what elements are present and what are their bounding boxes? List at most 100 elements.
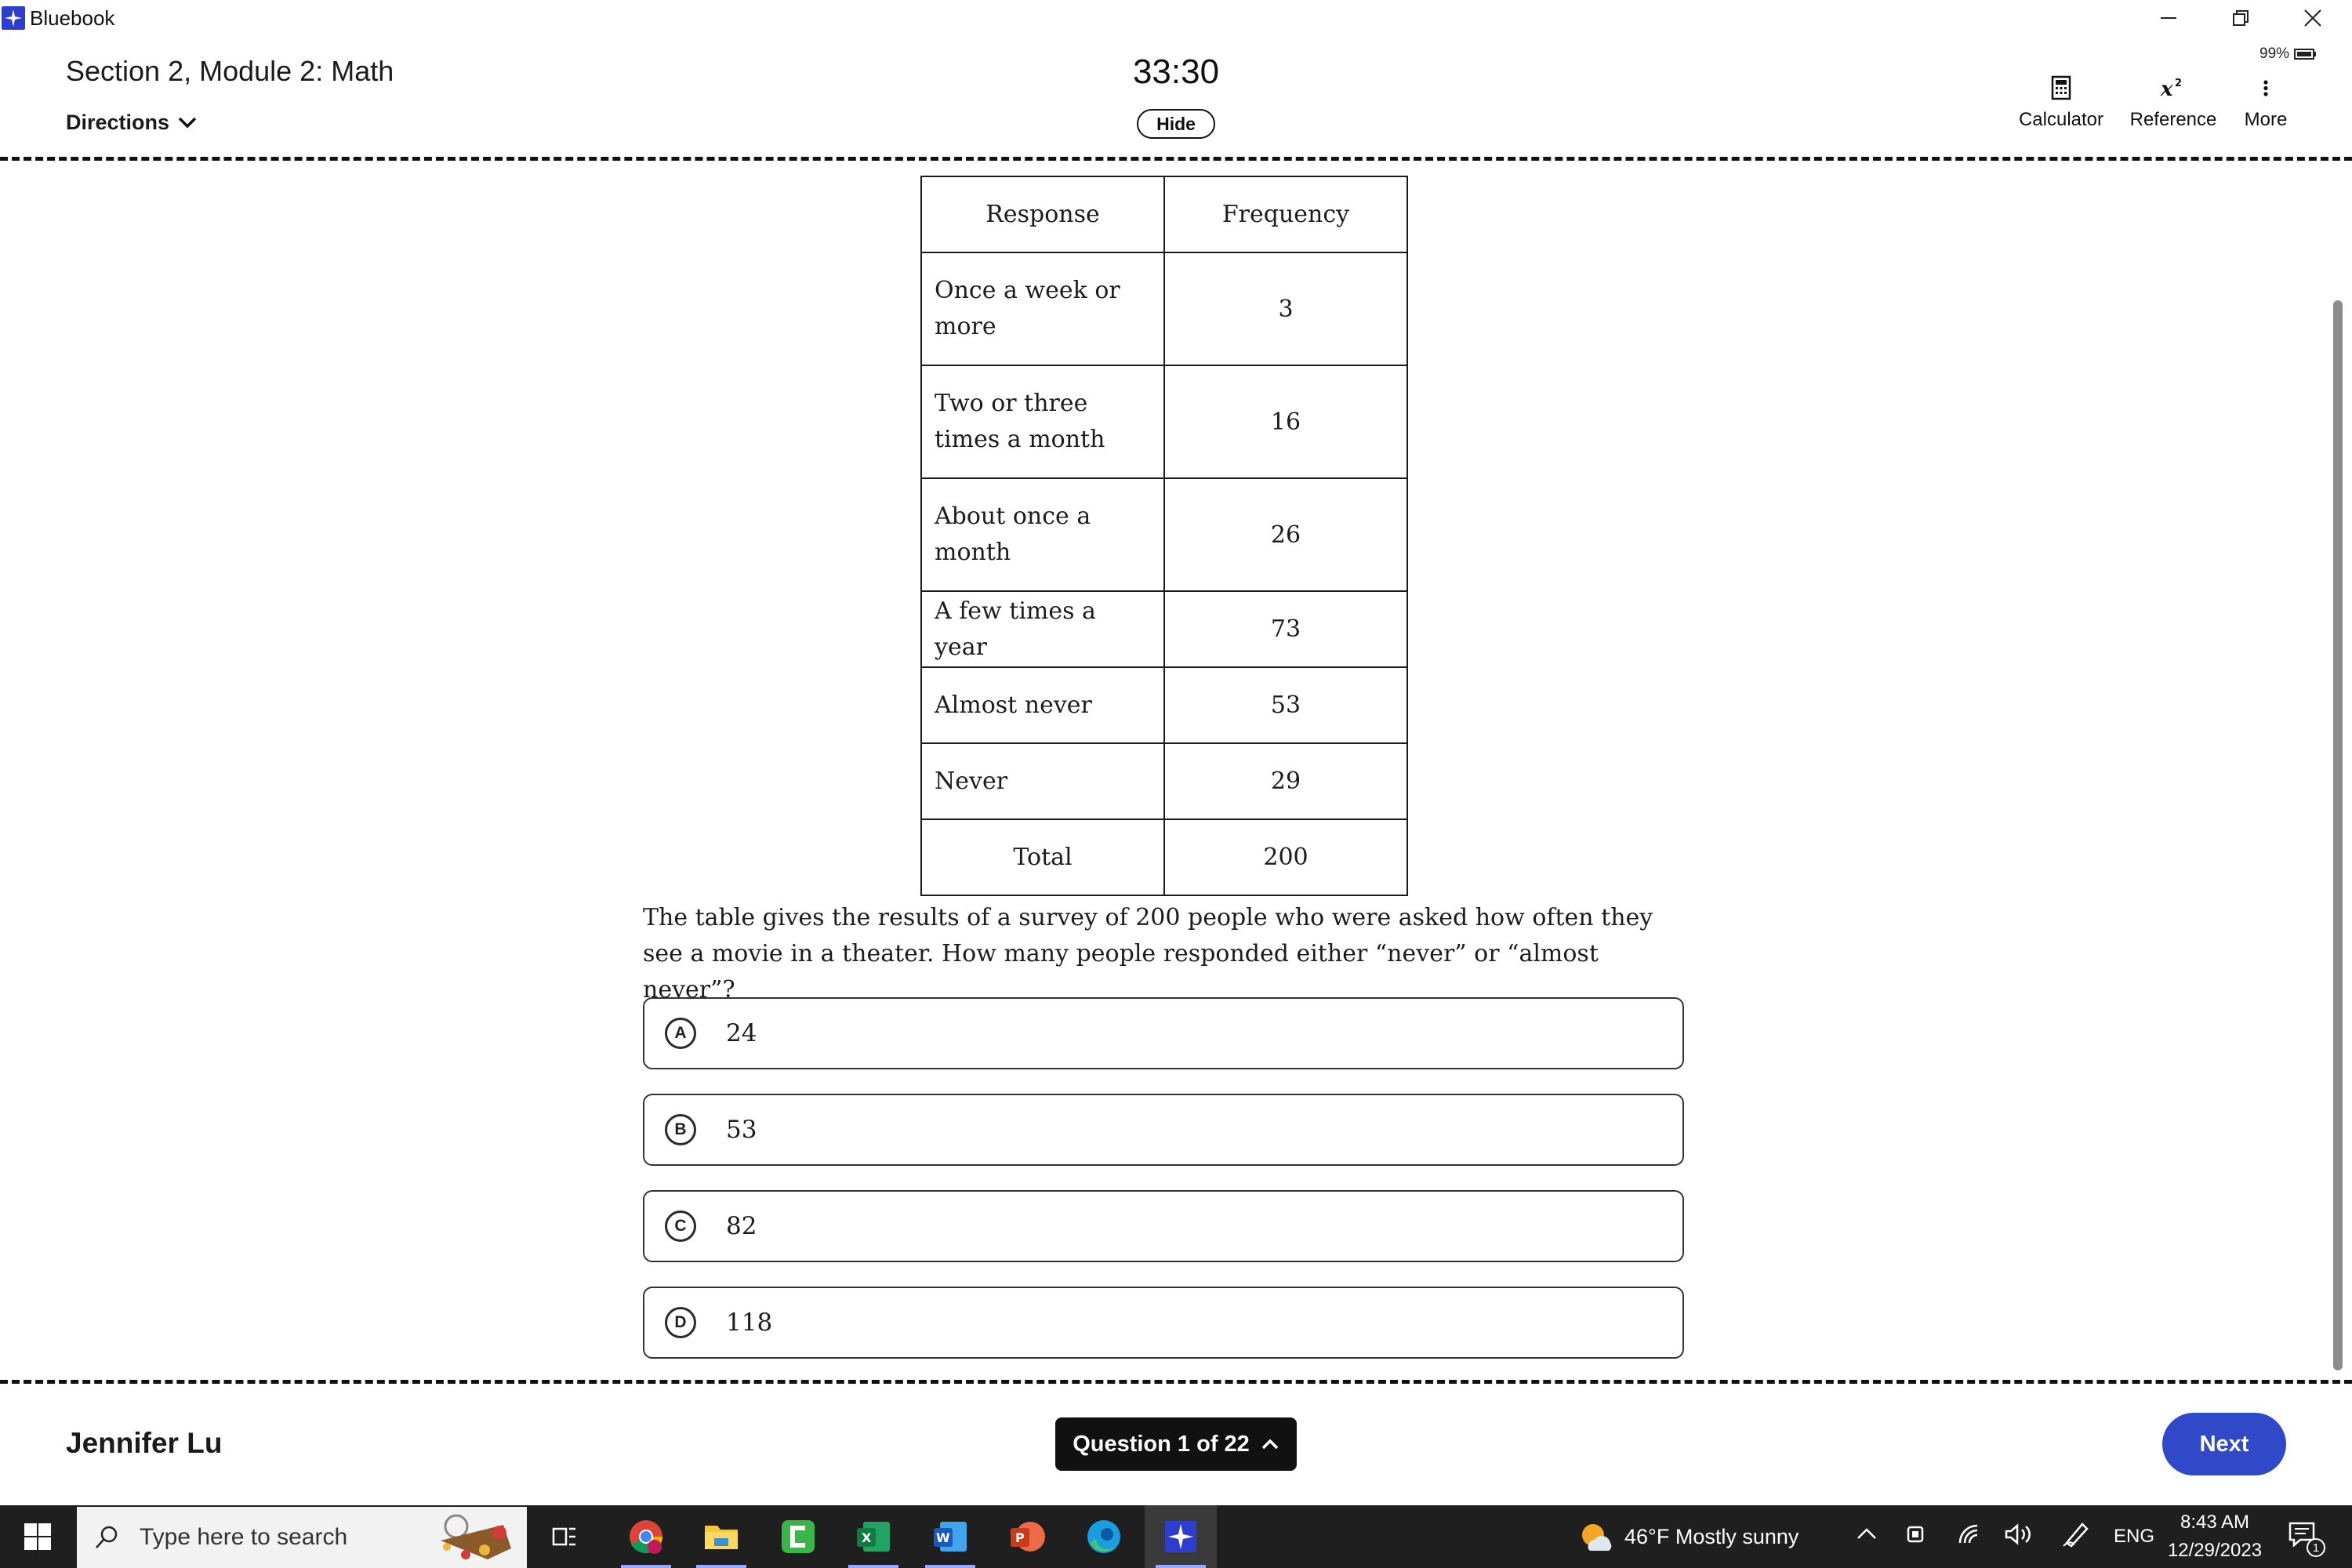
start-button[interactable] <box>0 1505 75 1568</box>
answer-choice-c[interactable]: C 82 <box>643 1190 1684 1262</box>
response-cell: Once a week or more <box>920 252 1165 366</box>
section-title: Section 2, Module 2: Math <box>66 55 394 87</box>
input-language[interactable]: ENG <box>2114 1523 2154 1553</box>
title-bar <box>0 0 2352 36</box>
answer-choice-d[interactable]: D 118 <box>643 1287 1684 1359</box>
more-button[interactable]: More <box>2234 75 2297 132</box>
directions-toggle[interactable]: Directions <box>66 108 198 136</box>
choice-letter-d: D <box>665 1307 696 1338</box>
taskbar-chrome[interactable] <box>610 1505 682 1568</box>
chevron-down-icon <box>178 117 197 129</box>
excel-icon: X <box>857 1522 890 1552</box>
header-divider <box>0 157 2352 161</box>
network-icon[interactable] <box>1957 1523 1982 1550</box>
svg-text:2: 2 <box>2175 78 2182 89</box>
table-row: Two or three times a month 16 <box>920 365 1408 479</box>
search-placeholder: Type here to search <box>140 1524 348 1550</box>
choice-text-c: 82 <box>726 1212 757 1240</box>
taskbar-search-box[interactable]: Type here to search <box>77 1507 527 1568</box>
choice-text-b: 53 <box>726 1116 757 1144</box>
meet-now-icon[interactable] <box>1905 1523 1929 1550</box>
scrollbar-thumb[interactable] <box>2333 300 2343 1370</box>
clock[interactable]: 8:43 AM 12/29/2023 <box>2164 1508 2266 1565</box>
taskbar-word[interactable]: W <box>914 1505 986 1568</box>
notification-count-badge: 1 <box>2307 1538 2325 1557</box>
total-label-cell: Total <box>920 818 1165 896</box>
question-nav-label: Question 1 of 22 <box>1073 1431 1250 1457</box>
active-app-indicator <box>696 1565 746 1568</box>
taskbar-powerpoint[interactable]: P <box>991 1505 1063 1568</box>
answer-choice-a[interactable]: A 24 <box>643 997 1684 1069</box>
table-row: Once a week or more 3 <box>920 252 1408 366</box>
show-hidden-icons-button[interactable] <box>1855 1523 1878 1550</box>
close-button[interactable] <box>2277 0 2349 36</box>
edge-icon <box>1087 1520 1120 1553</box>
svg-text:x: x <box>2160 78 2173 100</box>
powerpoint-icon: P <box>1011 1522 1045 1552</box>
app-name: Bluebook <box>30 6 115 30</box>
table-header-frequency: Frequency <box>1163 176 1408 253</box>
frequency-cell: 53 <box>1163 666 1408 744</box>
taskbar-file-explorer[interactable] <box>685 1505 757 1568</box>
table-row: Almost never 53 <box>920 666 1408 744</box>
weather-text: 46°F Mostly sunny <box>1624 1524 1799 1548</box>
calculator-icon <box>2051 75 2071 100</box>
svg-text:X: X <box>862 1530 872 1545</box>
folder-icon <box>705 1526 738 1549</box>
bluebook-logo-icon <box>2 6 25 30</box>
minimize-icon <box>2161 17 2176 19</box>
response-cell: A few times a year <box>920 590 1165 668</box>
more-vertical-icon <box>2263 80 2268 96</box>
response-cell: Two or three times a month <box>920 365 1165 479</box>
camtasia-icon <box>782 1520 815 1553</box>
choice-text-a: 24 <box>726 1019 757 1047</box>
student-name: Jennifer Lu <box>66 1427 223 1459</box>
formula-reference-icon: x 2 <box>2160 78 2182 100</box>
pen-menu-icon[interactable] <box>2062 1521 2090 1552</box>
frequency-cell: 29 <box>1163 742 1408 820</box>
taskbar-bluebook[interactable] <box>1145 1505 1217 1568</box>
choice-letter-c: C <box>665 1210 696 1242</box>
svg-text:W: W <box>936 1530 950 1545</box>
partly-sunny-icon <box>1582 1524 1612 1551</box>
taskbar-edge[interactable] <box>1068 1505 1140 1568</box>
countdown-timer: 33:30 <box>1132 53 1220 91</box>
frequency-cell: 16 <box>1163 365 1408 479</box>
active-app-indicator <box>621 1565 671 1568</box>
restore-icon <box>2233 10 2249 26</box>
battery-percent: 99% <box>2259 45 2290 62</box>
battery-status: 99% <box>2259 45 2318 63</box>
next-button[interactable]: Next <box>2162 1413 2286 1475</box>
calculator-label: Calculator <box>2018 109 2104 130</box>
taskbar-camtasia[interactable] <box>762 1505 834 1568</box>
windows-logo-icon <box>24 1523 51 1550</box>
hide-timer-button[interactable]: Hide <box>1137 109 1215 139</box>
answer-choice-b[interactable]: B 53 <box>643 1094 1684 1166</box>
minimize-button[interactable] <box>2132 0 2205 36</box>
notification-center-button[interactable]: 1 <box>2288 1521 2327 1557</box>
language-label: ENG <box>2114 1526 2155 1547</box>
chrome-icon <box>630 1520 662 1554</box>
table-header-response: Response <box>920 176 1165 253</box>
weather-widget[interactable]: 46°F Mostly sunny <box>1577 1505 1798 1568</box>
close-icon <box>2304 9 2321 27</box>
battery-icon <box>2294 49 2317 60</box>
search-highlight-art-icon <box>441 1514 511 1559</box>
calculator-button[interactable]: Calculator <box>2015 75 2107 132</box>
taskbar-excel[interactable]: X <box>837 1505 909 1568</box>
more-label: More <box>2244 109 2288 130</box>
question-text: The table gives the results of a survey … <box>643 904 1653 1004</box>
active-app-indicator <box>1156 1565 1206 1568</box>
bluebook-taskbar-icon <box>1165 1521 1196 1552</box>
table-row: About once a month 26 <box>920 477 1408 592</box>
reference-button[interactable]: x 2 Reference <box>2125 75 2222 132</box>
frequency-cell: 3 <box>1163 252 1408 366</box>
directions-label: Directions <box>66 111 170 134</box>
taskbar-task-view[interactable] <box>528 1505 601 1568</box>
restore-button[interactable] <box>2205 0 2277 36</box>
frequency-table: Response Frequency Once a week or more 3… <box>920 176 1408 896</box>
question-navigator-button[interactable]: Question 1 of 22 <box>1055 1417 1297 1471</box>
volume-icon[interactable] <box>2004 1523 2032 1550</box>
response-cell: Almost never <box>920 666 1165 744</box>
active-app-indicator <box>925 1565 975 1568</box>
